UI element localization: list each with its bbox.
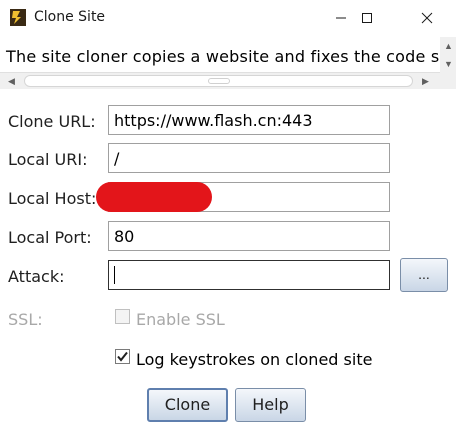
attack-label: Attack:	[8, 267, 65, 286]
maximize-button[interactable]	[344, 0, 390, 36]
enable-ssl-label: Enable SSL	[136, 310, 225, 329]
scroll-right-icon[interactable]: ▶	[422, 76, 429, 87]
clone-url-label: Clone URL:	[8, 112, 96, 131]
clone-form: Clone URL: https://www.flash.cn:443 Loca…	[0, 90, 456, 426]
close-button[interactable]	[404, 0, 450, 36]
scroll-down-icon[interactable]: ▼	[444, 59, 453, 69]
local-port-field[interactable]: 80	[108, 221, 390, 251]
maximize-icon	[362, 13, 372, 23]
scroll-corner	[440, 72, 456, 89]
scroll-grip-icon	[208, 78, 230, 84]
scroll-up-icon[interactable]: ▲	[444, 41, 453, 51]
text-caret	[114, 266, 115, 284]
attack-field[interactable]	[108, 260, 390, 290]
help-button[interactable]: Help	[235, 388, 306, 422]
app-icon	[10, 9, 26, 26]
scroll-left-icon[interactable]: ◀	[8, 76, 15, 87]
description-text: The site cloner copies a website and fix…	[6, 47, 440, 66]
attack-browse-button[interactable]: ...	[400, 258, 448, 292]
local-port-label: Local Port:	[8, 228, 92, 247]
vertical-scrollbar[interactable]: ▲ ▼	[440, 37, 456, 72]
local-host-label: Local Host:	[8, 189, 97, 208]
title-bar: Clone Site	[0, 0, 456, 36]
redaction-mark	[96, 182, 212, 212]
close-icon	[421, 12, 433, 24]
horizontal-scroll-thumb[interactable]	[24, 75, 413, 87]
clone-button[interactable]: Clone	[147, 388, 228, 422]
log-keystrokes-label: Log keystrokes on cloned site	[136, 350, 373, 369]
window-title: Clone Site	[34, 9, 106, 25]
local-uri-label: Local URI:	[8, 150, 88, 169]
clone-url-field[interactable]: https://www.flash.cn:443	[108, 105, 390, 135]
enable-ssl-checkbox[interactable]	[115, 309, 130, 324]
checkmark-icon	[117, 351, 128, 362]
ssl-label: SSL:	[8, 310, 43, 329]
local-uri-field[interactable]: /	[108, 143, 390, 173]
description-area: The site cloner copies a website and fix…	[0, 37, 440, 72]
horizontal-scrollbar[interactable]: ◀ ▶	[0, 72, 440, 89]
log-keystrokes-checkbox[interactable]	[115, 349, 130, 364]
